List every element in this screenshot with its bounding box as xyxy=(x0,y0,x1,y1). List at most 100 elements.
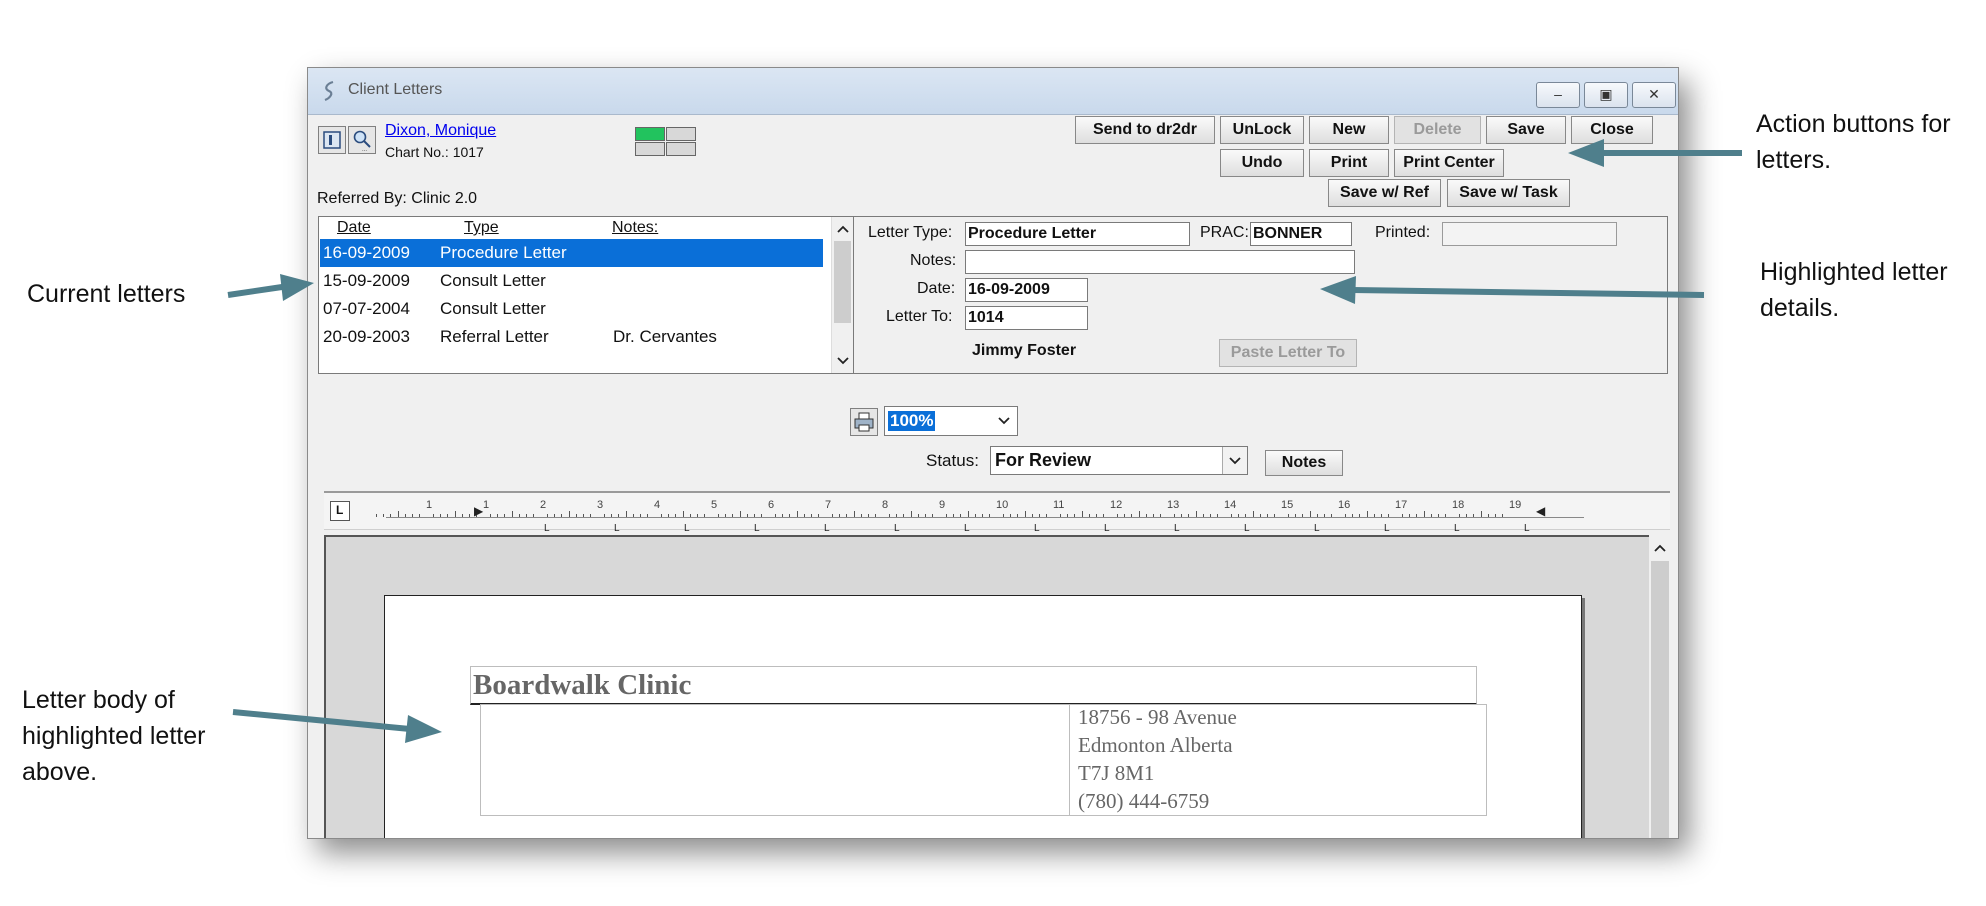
patient-search-button[interactable]: ... xyxy=(348,126,376,154)
prac-label: PRAC: xyxy=(1200,224,1249,241)
letter-row[interactable]: 07-07-2004 Consult Letter xyxy=(320,295,823,323)
tab-type-button[interactable]: L xyxy=(330,501,350,521)
column-header-notes[interactable]: Notes: xyxy=(612,219,658,237)
address-table: 18756 - 98 Avenue Edmonton Alberta T7J 8… xyxy=(480,704,1487,816)
scrollbar-thumb[interactable] xyxy=(1651,561,1669,838)
tab-stop-marker[interactable]: L xyxy=(1384,523,1390,534)
ruler-number: 17 xyxy=(1395,499,1408,511)
date-label: Date: xyxy=(917,280,956,297)
margin-marker-icon[interactable]: ◀ xyxy=(1536,504,1545,518)
address-line: Edmonton Alberta xyxy=(1078,733,1233,757)
tab-stop-marker[interactable]: L xyxy=(1174,523,1180,534)
letterhead-box: Boardwalk Clinic xyxy=(470,666,1477,705)
address-divider xyxy=(1069,705,1070,815)
ruler-tick xyxy=(383,514,385,517)
letter-date: 15-09-2009 xyxy=(323,271,410,290)
recipient-name: Jimmy Foster xyxy=(972,342,1077,359)
status-label: Status: xyxy=(926,451,979,470)
letter-date: 07-07-2004 xyxy=(323,299,410,318)
letter-to-label: Letter To: xyxy=(886,308,953,325)
chevron-down-icon[interactable] xyxy=(997,415,1011,427)
notes-button[interactable]: Notes xyxy=(1265,450,1343,476)
maximize-button[interactable]: ▣ xyxy=(1584,82,1628,108)
date-field[interactable]: 16-09-2009 xyxy=(965,278,1088,302)
letters-scrollbar[interactable] xyxy=(831,217,854,373)
minimize-button[interactable]: – xyxy=(1536,82,1580,108)
letter-row[interactable]: 15-09-2009 Consult Letter xyxy=(320,267,823,295)
column-header-type[interactable]: Type xyxy=(464,219,499,237)
status-select[interactable]: For Review xyxy=(990,446,1248,475)
tab-stop-marker[interactable]: L xyxy=(824,523,830,534)
window-title: Client Letters xyxy=(348,81,443,98)
tab-stop-marker[interactable]: L xyxy=(544,523,550,534)
save-button[interactable]: Save xyxy=(1486,116,1566,144)
ruler-number: 8 xyxy=(882,499,889,511)
new-button[interactable]: New xyxy=(1309,116,1389,144)
ruler-number: 5 xyxy=(711,499,718,511)
undo-button[interactable]: Undo xyxy=(1220,149,1304,177)
letter-page[interactable]: Boardwalk Clinic 18756 - 98 Avenue Edmon… xyxy=(384,595,1582,838)
letter-type-label: Letter Type: xyxy=(868,224,953,241)
document-scrollbar[interactable] xyxy=(1649,535,1671,838)
tab-stop-marker[interactable]: L xyxy=(1034,523,1040,534)
tab-stop-marker[interactable]: L xyxy=(754,523,760,534)
print-preview-button[interactable] xyxy=(850,408,878,436)
print-center-button[interactable]: Print Center xyxy=(1394,149,1504,177)
unlock-button[interactable]: UnLock xyxy=(1220,116,1304,144)
tab-stop-marker[interactable]: L xyxy=(1244,523,1250,534)
save-with-ref-button[interactable]: Save w/ Ref xyxy=(1328,179,1441,207)
save-with-task-button[interactable]: Save w/ Task xyxy=(1447,179,1570,207)
arrow-current-letters xyxy=(227,284,283,298)
print-button[interactable]: Print xyxy=(1309,149,1389,177)
magnifier-icon: ... xyxy=(353,130,371,153)
letter-date: 16-09-2009 xyxy=(323,243,410,262)
zoom-select[interactable]: 100% xyxy=(884,406,1018,436)
scrollbar-thumb[interactable] xyxy=(834,241,851,323)
column-header-date[interactable]: Date xyxy=(337,219,371,237)
patient-name-link[interactable]: Dixon, Monique xyxy=(385,122,496,140)
tab-stop-marker[interactable]: L xyxy=(1524,523,1530,534)
status-indicator-2 xyxy=(666,127,696,141)
zoom-value: 100% xyxy=(888,411,936,431)
ruler-number: 2 xyxy=(540,499,547,511)
ruler-scale[interactable]: 1 1 2 3 4 5 6 7 8 9 10 11 12 13 14 15 16 17 18 19 L L L L L L L L L L… xyxy=(376,499,1584,534)
close-button[interactable]: Close xyxy=(1571,116,1653,144)
ruler-number: 1 xyxy=(426,499,433,511)
delete-button[interactable]: Delete xyxy=(1394,116,1481,144)
letter-row[interactable]: 16-09-2009 Procedure Letter xyxy=(320,239,823,267)
chevron-down-icon xyxy=(1229,457,1241,465)
tab-stop-marker[interactable]: L xyxy=(1314,523,1320,534)
letters-list[interactable]: Date Type Notes: 16-09-2009 Procedure Le… xyxy=(318,216,855,374)
letter-to-field[interactable]: 1014 xyxy=(965,306,1088,330)
letter-date: 20-09-2003 xyxy=(323,327,410,346)
letter-details-panel: Letter Type: Procedure Letter PRAC: BONN… xyxy=(853,216,1668,374)
chevron-up-icon[interactable] xyxy=(832,219,854,239)
chevron-down-icon[interactable] xyxy=(832,351,854,371)
margin-marker-icon[interactable]: ▶ xyxy=(474,504,483,518)
title-bar: Client Letters – ▣ ✕ xyxy=(308,68,1678,115)
chevron-up-icon[interactable] xyxy=(1649,537,1671,559)
tab-stop-marker[interactable]: L xyxy=(1104,523,1110,534)
tab-stop-marker[interactable]: L xyxy=(614,523,620,534)
tab-stop-marker[interactable]: L xyxy=(684,523,690,534)
tab-stop-marker[interactable]: L xyxy=(964,523,970,534)
status-value: For Review xyxy=(995,450,1092,470)
client-letters-window: Client Letters – ▣ ✕ ... Dixon, Monique … xyxy=(307,67,1679,839)
letter-document-area[interactable]: Boardwalk Clinic 18756 - 98 Avenue Edmon… xyxy=(324,535,1649,838)
close-window-button[interactable]: ✕ xyxy=(1632,82,1676,108)
notes-field[interactable] xyxy=(965,250,1355,274)
letter-type: Consult Letter xyxy=(440,299,546,318)
ruler-number: 4 xyxy=(654,499,661,511)
send-to-dr2dr-button[interactable]: Send to dr2dr xyxy=(1075,116,1215,144)
address-line: T7J 8M1 xyxy=(1078,761,1155,785)
patient-info-button[interactable] xyxy=(318,126,346,154)
letter-type-field[interactable]: Procedure Letter xyxy=(965,222,1190,246)
ruler[interactable]: L 1 1 2 3 4 5 6 7 8 9 10 11 12 13 14 15 16 17 18 19 L L L L L L L L… xyxy=(324,491,1670,534)
paste-letter-to-button[interactable]: Paste Letter To xyxy=(1219,339,1357,367)
prac-field[interactable]: BONNER xyxy=(1250,222,1352,246)
tab-stop-marker[interactable]: L xyxy=(1454,523,1460,534)
ruler-number: 18 xyxy=(1452,499,1465,511)
tab-stop-marker[interactable]: L xyxy=(894,523,900,534)
status-dropdown-button[interactable] xyxy=(1222,447,1247,474)
letter-row[interactable]: 20-09-2003 Referral Letter Dr. Cervantes xyxy=(320,323,823,351)
